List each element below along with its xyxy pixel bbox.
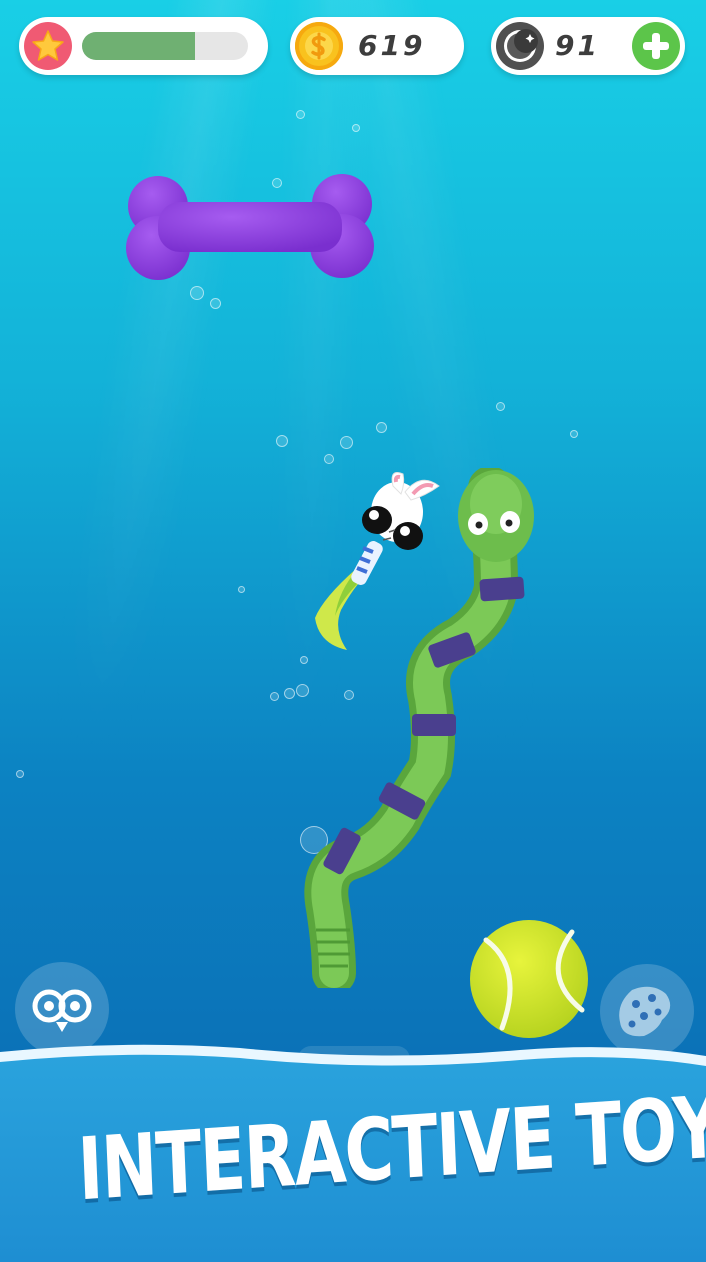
xp-progress-bar (82, 32, 248, 60)
moon-count: 91 (555, 29, 600, 62)
xp-progress-fill (82, 32, 195, 60)
moon-icon (496, 22, 544, 70)
game-screen: 619 91 INTERACTIVE TOYS (0, 0, 706, 1262)
moon-counter: 91 (491, 17, 685, 75)
tennis-ball-toy[interactable] (468, 918, 590, 1040)
coin-dollar-icon (295, 22, 343, 70)
coin-count: 619 (358, 29, 426, 62)
bone-toy[interactable] (120, 170, 380, 286)
caterpillar-toy[interactable] (290, 468, 540, 988)
star-icon (24, 22, 72, 70)
coin-counter: 619 (290, 17, 464, 75)
xp-panel (19, 17, 268, 75)
add-currency-button[interactable] (632, 22, 680, 70)
